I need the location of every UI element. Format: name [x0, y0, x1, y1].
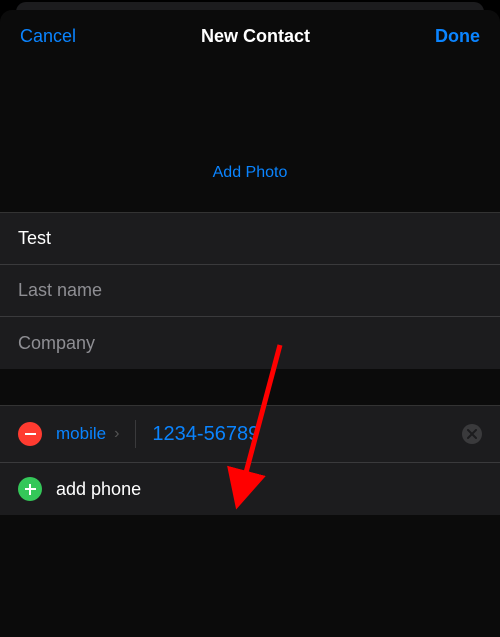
- done-button[interactable]: Done: [435, 26, 480, 47]
- clear-phone-button[interactable]: [462, 424, 482, 444]
- phone-label-picker[interactable]: mobile ›: [56, 420, 136, 448]
- phone-label-text: mobile: [56, 424, 106, 444]
- company-placeholder: Company: [18, 333, 95, 354]
- new-contact-sheet: Cancel New Contact Done Add Photo Test L…: [0, 10, 500, 637]
- add-photo-button[interactable]: Add Photo: [213, 164, 288, 182]
- avatar-section: Add Photo: [0, 55, 500, 212]
- phone-number-input[interactable]: 1234-56789: [152, 423, 454, 446]
- x-icon: [467, 429, 477, 439]
- add-phone-row[interactable]: add phone: [0, 463, 500, 515]
- avatar-placeholder[interactable]: [148, 55, 353, 150]
- modal-header: Cancel New Contact Done: [0, 10, 500, 55]
- modal-title: New Contact: [201, 26, 310, 47]
- plus-icon: [18, 477, 42, 501]
- cancel-button[interactable]: Cancel: [20, 26, 76, 47]
- add-phone-label: add phone: [56, 479, 141, 500]
- phone-section: mobile › 1234-56789 add phone: [0, 405, 500, 515]
- add-phone-button[interactable]: [18, 477, 42, 501]
- chevron-right-icon: ›: [114, 425, 119, 443]
- first-name-field[interactable]: Test: [0, 213, 500, 265]
- phone-row[interactable]: mobile › 1234-56789: [0, 406, 500, 463]
- last-name-field[interactable]: Last name: [0, 265, 500, 317]
- minus-icon: [18, 422, 42, 446]
- first-name-value: Test: [18, 228, 51, 249]
- remove-phone-button[interactable]: [18, 422, 42, 446]
- last-name-placeholder: Last name: [18, 280, 102, 301]
- name-section: Test Last name Company: [0, 212, 500, 369]
- company-field[interactable]: Company: [0, 317, 500, 369]
